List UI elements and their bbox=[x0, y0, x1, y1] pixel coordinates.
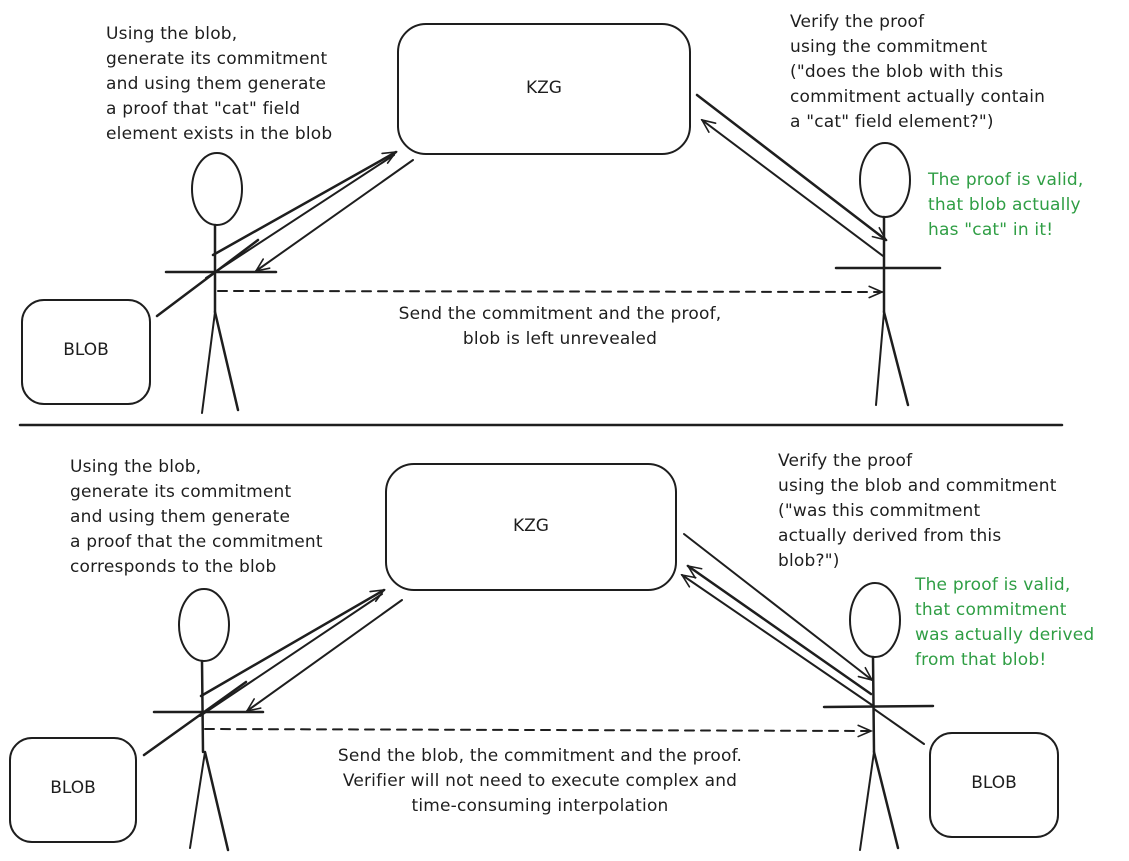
top-verifier-to-kzg-arrow bbox=[702, 120, 884, 257]
bottom-prover-to-kzg-arrow-1 bbox=[199, 588, 384, 698]
prover-leg-right bbox=[213, 310, 240, 412]
bottom-verifier-to-kzg-arrow-1 bbox=[688, 564, 873, 696]
top-kzg-label: KZG bbox=[526, 78, 562, 98]
bottom-result-note: The proof is valid, that commitment was … bbox=[915, 575, 1095, 670]
bottom-verifier-to-kzg-arrow-2 bbox=[682, 575, 873, 706]
verifier-body bbox=[871, 655, 876, 754]
bottom-prover-note: Using the blob, generate its commitment … bbox=[70, 457, 323, 577]
top-blob-label: BLOB bbox=[63, 340, 109, 360]
prover-leg-right bbox=[203, 750, 230, 852]
verifier-leg-right bbox=[872, 750, 900, 850]
top-verifier-note: Verify the proof using the commitment ("… bbox=[790, 12, 1046, 132]
top-verifier-figure bbox=[834, 142, 942, 407]
verifier-head bbox=[859, 142, 911, 218]
bottom-prover-blob-label: BLOB bbox=[50, 778, 96, 798]
bottom-verifier-note: Verify the proof using the blob and comm… bbox=[778, 451, 1057, 571]
verifier-leg-left bbox=[859, 751, 875, 851]
top-transfer-note: Send the commitment and the proof, blob … bbox=[398, 304, 722, 349]
prover-head bbox=[178, 588, 230, 662]
top-prover-figure bbox=[164, 152, 278, 414]
verifier-head bbox=[849, 582, 901, 658]
top-prover-note: Using the blob, generate its commitment … bbox=[106, 24, 333, 144]
bottom-verifier-blob-label: BLOB bbox=[971, 773, 1017, 793]
bottom-verifier-blob-link bbox=[873, 708, 925, 745]
prover-head bbox=[191, 152, 243, 226]
bottom-prover-figure bbox=[152, 588, 265, 852]
verifier-arms bbox=[822, 704, 935, 709]
top-result-note: The proof is valid, that blob actually h… bbox=[928, 170, 1084, 240]
prover-body bbox=[200, 659, 205, 754]
bottom-kzg-label: KZG bbox=[513, 516, 549, 536]
top-kzg-to-prover-arrow bbox=[256, 159, 414, 271]
bottom-transfer-note: Send the blob, the commitment and the pr… bbox=[337, 746, 743, 816]
top-transfer-arrow bbox=[217, 291, 882, 292]
verifier-leg-right bbox=[882, 310, 910, 407]
bottom-transfer-arrow bbox=[204, 729, 871, 731]
prover-leg-left bbox=[201, 311, 216, 414]
bottom-prover-blob-link bbox=[142, 680, 248, 757]
prover-leg-left bbox=[189, 751, 206, 849]
verifier-leg-left bbox=[875, 311, 885, 406]
